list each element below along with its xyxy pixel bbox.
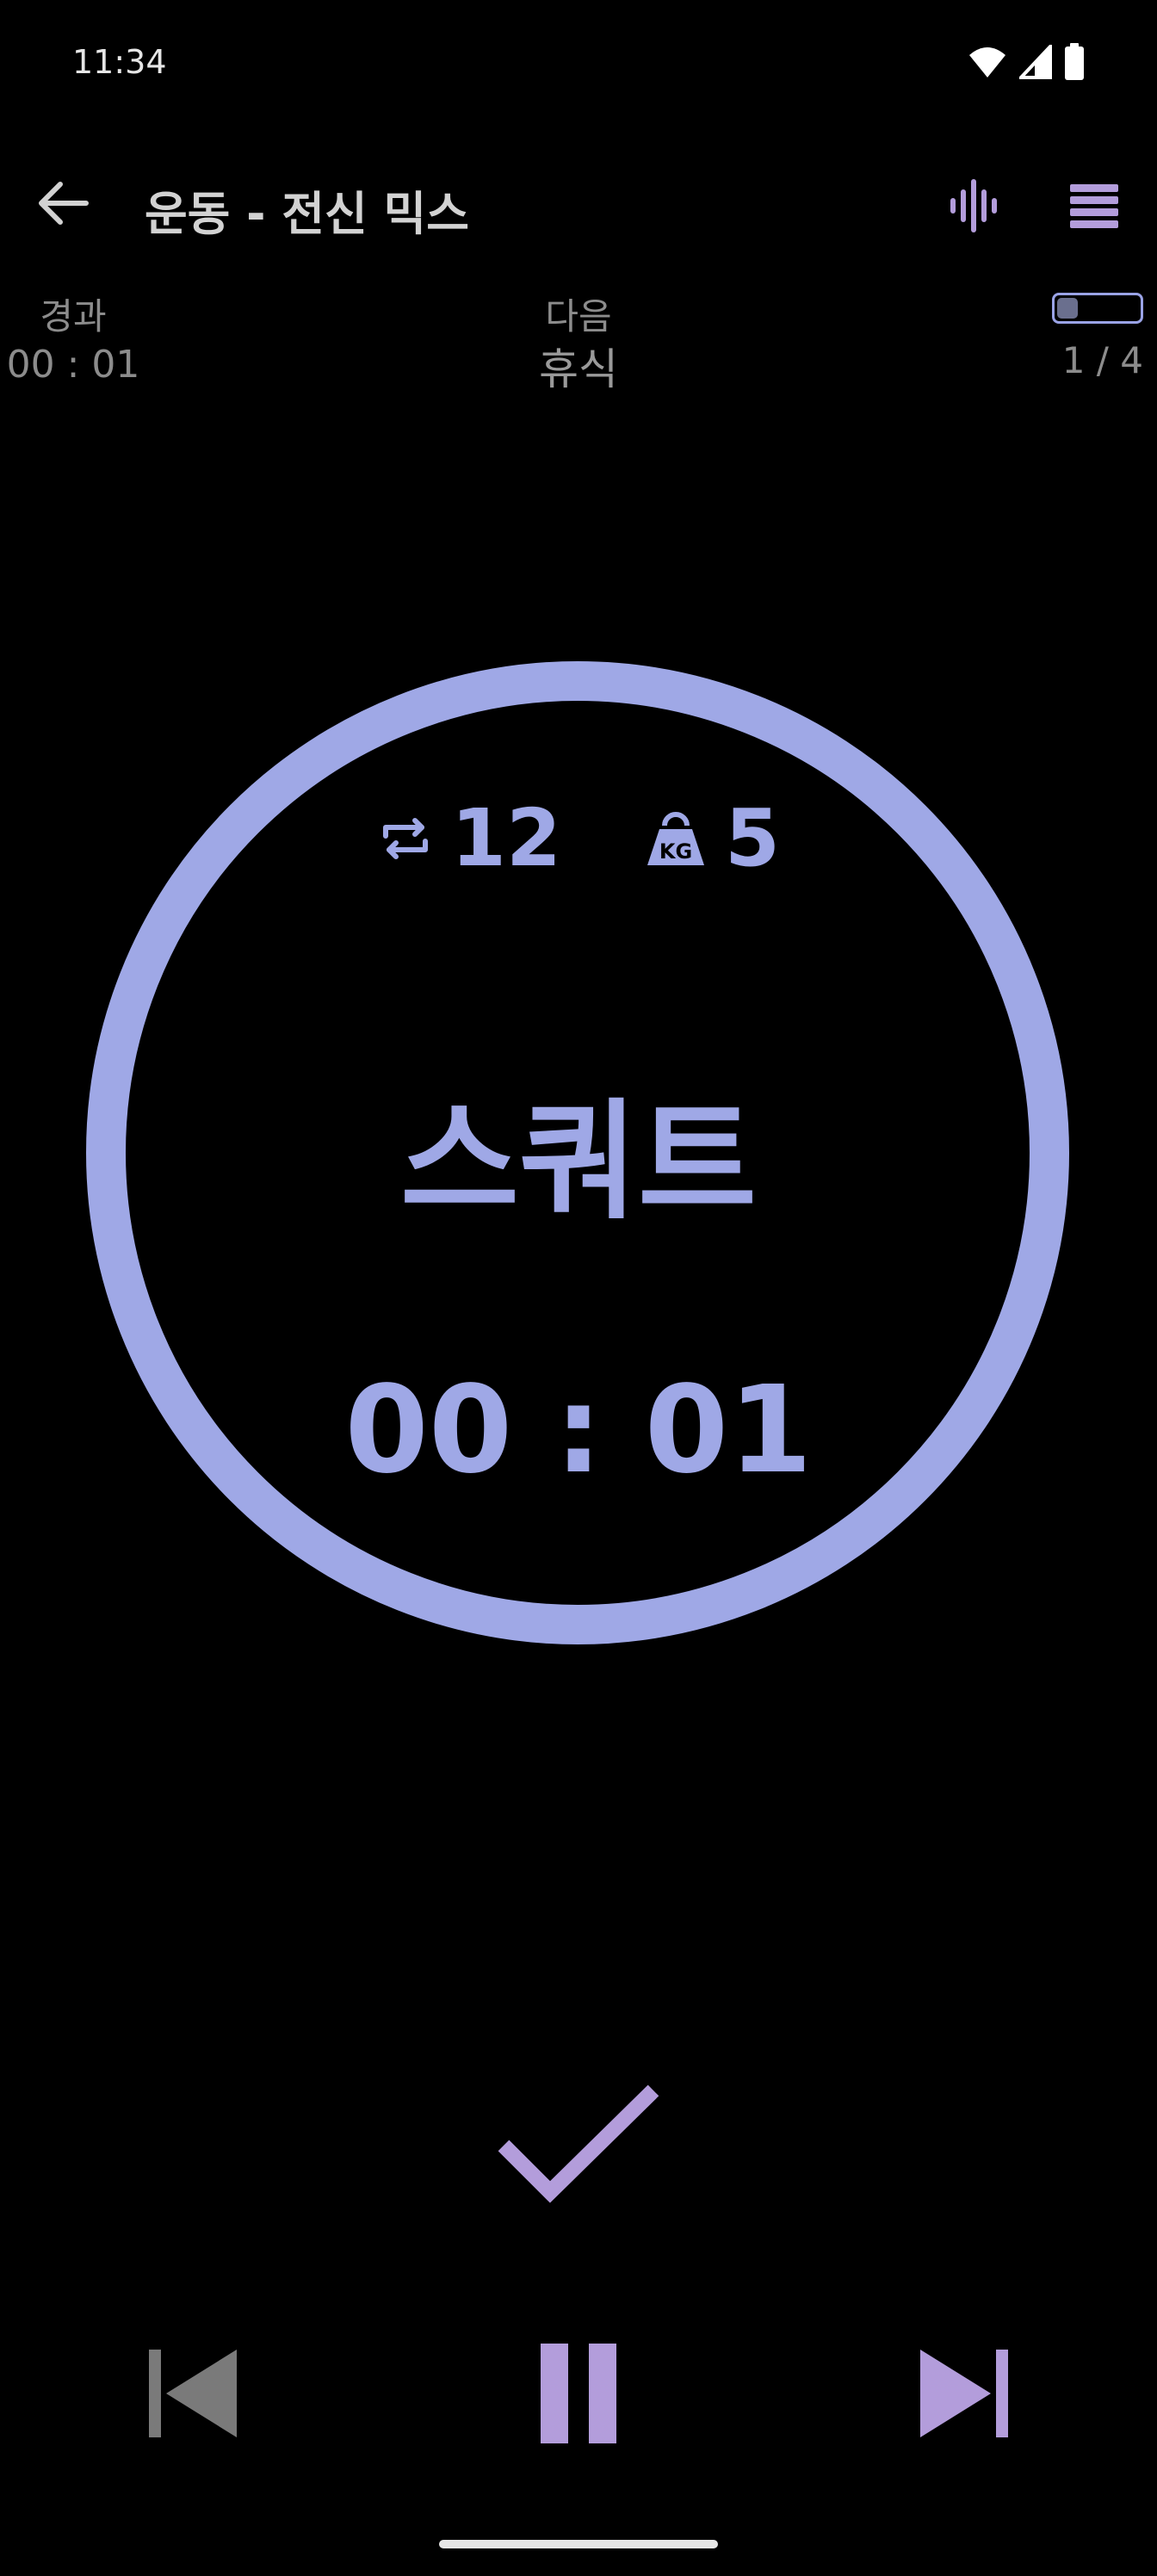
progress-section: 1 / 4 <box>1023 293 1143 381</box>
skip-previous-icon <box>149 2350 237 2437</box>
playback-controls <box>0 2325 1157 2454</box>
status-icons <box>968 43 1085 81</box>
back-button[interactable] <box>24 169 102 238</box>
signal-icon <box>1019 45 1052 79</box>
check-icon <box>498 2084 659 2203</box>
next-value: 휴식 <box>539 344 618 394</box>
pause-icon <box>541 2344 616 2443</box>
status-time: 11:34 <box>72 43 167 81</box>
sound-button[interactable] <box>935 167 1012 245</box>
status-bar: 11:34 <box>0 0 1157 129</box>
elapsed-value: 00 : 01 <box>6 343 140 387</box>
next-label: 다음 <box>545 295 612 337</box>
repeat-icon <box>382 817 428 859</box>
exercise-timer: 00 : 01 <box>344 1360 813 1501</box>
back-arrow-icon <box>39 182 89 225</box>
battery-icon <box>1065 43 1084 80</box>
progress-text: 1 / 4 <box>1061 339 1143 381</box>
reps-stat: 12 <box>377 792 561 884</box>
skip-next-icon <box>920 2350 1008 2437</box>
progress-fill <box>1057 298 1078 319</box>
svg-text:KG: KG <box>659 839 692 864</box>
waveform-icon <box>950 179 997 232</box>
exercise-name: 스쿼트 <box>399 1087 757 1237</box>
elapsed-section: 경과 00 : 01 <box>0 293 146 389</box>
next-button[interactable] <box>904 2333 1024 2454</box>
page-title: 운동 - 전신 믹스 <box>145 187 469 241</box>
reps-value: 12 <box>450 792 561 884</box>
previous-button[interactable] <box>133 2333 253 2454</box>
app-bar: 운동 - 전신 믹스 <box>0 146 1157 258</box>
menu-button[interactable] <box>1055 167 1133 245</box>
progress-bar <box>1052 293 1143 324</box>
kettlebell-icon: KG <box>647 811 704 865</box>
complete-button[interactable] <box>482 2066 675 2221</box>
pause-button[interactable] <box>518 2333 639 2454</box>
exercise-stats: 12 KG 5 <box>0 792 1157 884</box>
home-indicator[interactable] <box>439 2540 718 2548</box>
menu-icon <box>1070 184 1118 228</box>
weight-stat: KG 5 <box>644 792 780 884</box>
wifi-icon <box>969 47 1005 77</box>
workout-info-row: 경과 00 : 01 다음 휴식 1 / 4 <box>0 293 1157 413</box>
weight-value: 5 <box>725 792 781 884</box>
next-section: 다음 휴식 <box>492 293 665 398</box>
elapsed-label: 경과 <box>40 295 107 337</box>
